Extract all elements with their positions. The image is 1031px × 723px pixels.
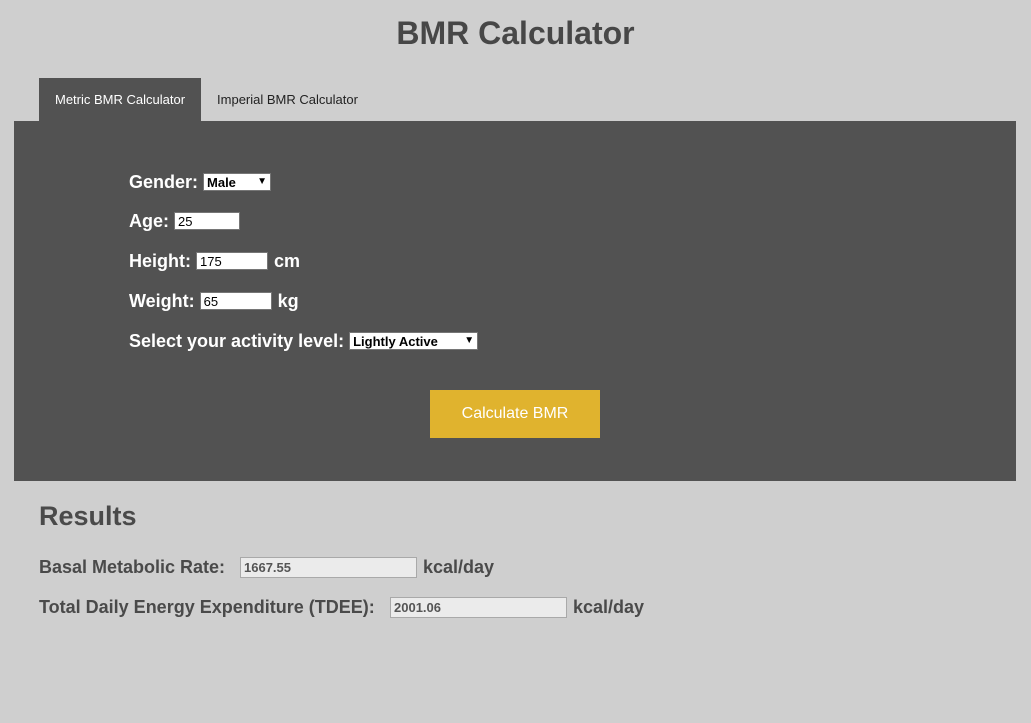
activity-label: Select your activity level: <box>129 330 345 351</box>
page-title: BMR Calculator <box>396 15 635 51</box>
bmr-result-row: Basal Metabolic Rate: 1667.55 kcal/day <box>39 556 494 578</box>
gender-row: Gender: Male ▼ <box>129 171 272 193</box>
height-input[interactable] <box>196 252 268 270</box>
height-unit: cm <box>274 250 301 271</box>
calculate-bmr-button[interactable]: Calculate BMR <box>430 390 600 438</box>
tab-imperial[interactable]: Imperial BMR Calculator <box>201 78 374 121</box>
gender-label: Gender: <box>129 171 199 192</box>
age-label: Age: <box>129 210 169 231</box>
calculator-tabs: Metric BMR Calculator Imperial BMR Calcu… <box>39 78 374 121</box>
tdee-label: Total Daily Energy Expenditure (TDEE): <box>39 596 375 617</box>
activity-row: Select your activity level: Lightly Acti… <box>129 330 479 352</box>
tab-metric[interactable]: Metric BMR Calculator <box>39 78 202 121</box>
tdee-output[interactable]: 2001.06 <box>390 596 567 618</box>
height-row: Height: cm <box>129 250 300 272</box>
metric-form-panel: Gender: Male ▼ Age: Height: cm Weight: k… <box>14 121 1016 481</box>
weight-row: Weight: kg <box>129 290 299 312</box>
chevron-down-icon: ▼ <box>464 335 475 346</box>
bmr-output[interactable]: 1667.55 <box>240 556 417 578</box>
bmr-calculator-page: BMR Calculator Metric BMR Calculator Imp… <box>0 0 1031 723</box>
age-input[interactable] <box>174 212 240 230</box>
weight-input[interactable] <box>199 292 272 310</box>
bmr-label: Basal Metabolic Rate: <box>39 556 226 577</box>
gender-select[interactable]: Male ▼ <box>203 173 272 191</box>
height-label: Height: <box>129 250 191 271</box>
chevron-down-icon: ▼ <box>257 176 268 187</box>
tdee-unit: kcal/day <box>573 596 645 617</box>
activity-select[interactable]: Lightly Active ▼ <box>349 332 479 350</box>
gender-select-value: Male <box>207 174 236 190</box>
weight-unit: kg <box>277 290 299 311</box>
bmr-unit: kcal/day <box>423 556 495 577</box>
tdee-result-row: Total Daily Energy Expenditure (TDEE): 2… <box>39 596 644 618</box>
weight-label: Weight: <box>129 290 195 311</box>
results-title: Results <box>39 501 137 531</box>
activity-select-value: Lightly Active <box>353 333 438 349</box>
age-row: Age: <box>129 210 240 232</box>
